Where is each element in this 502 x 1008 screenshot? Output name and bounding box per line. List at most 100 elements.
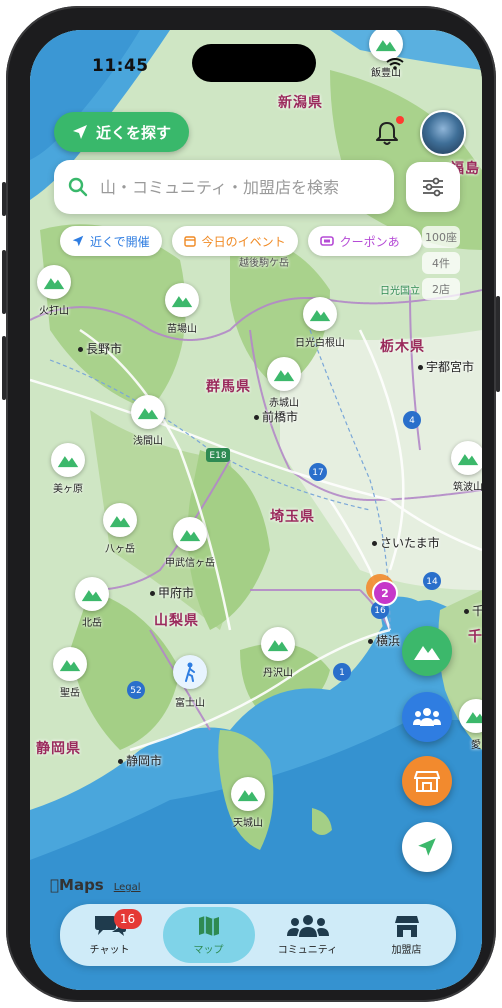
mountain-label: 甲武信ヶ岳 [165,558,215,569]
volume-up-button [2,250,6,314]
pref-label-saitama: 埼玉県 [270,509,315,525]
mountain-label: 八ヶ岳 [105,544,135,555]
sliders-icon [423,177,443,197]
chip-label: 今日のイベント [201,234,286,249]
chip-coupons[interactable]: クーポンあ [307,226,422,256]
filter-chips: 近くで開催 今日のイベント クーポンあ [60,226,422,256]
filter-button[interactable] [406,162,460,212]
road-label-1: 1 [339,668,345,678]
tab-community-label: コミュニティ [277,945,338,956]
volume-down-button [2,336,6,400]
count-events: 4件 [422,252,460,274]
store-icon [394,916,419,937]
road-label-14: 14 [426,577,438,587]
mountain-icon [179,530,201,542]
mountain-pin[interactable] [267,357,301,391]
mountain-label: 聖岳 [60,688,80,699]
hiker-icon [185,662,195,682]
mountain-label: 美ヶ原 [53,484,83,495]
mountain-pin[interactable] [51,443,85,477]
mountain-icon [457,454,479,466]
people-icon [286,915,329,937]
calendar-icon [183,236,196,247]
chip-nearby-events[interactable]: 近くで開催 [60,226,162,256]
mountain-label: 愛 [471,740,481,751]
shop-layer-button[interactable] [402,756,452,806]
poi-echigo-komagatake: 越後駒ケ岳 [239,258,289,269]
mountain-label: 日光白根山 [295,338,345,349]
mountain-icon [59,660,81,672]
city-label-nagano: 長野市 [78,340,122,357]
mountain-pin[interactable] [53,647,87,681]
road-label-52: 52 [130,686,141,696]
user-avatar[interactable] [420,110,466,156]
search-input[interactable] [98,176,372,198]
mountain-pin[interactable] [173,517,207,551]
mute-switch [2,182,6,216]
pref-label-yamanashi: 山梨県 [154,613,199,629]
people-icon [413,708,441,726]
phone-frame: E18 17 4 14 16 1 52 新潟県 群馬県 栃木県 埼玉県 山梨県 … [2,6,500,1002]
city-label-maebashi: 前橋市 [254,408,298,425]
city-label-chiba: 千 [464,602,482,619]
tab-map[interactable]: マップ [162,907,255,963]
tab-shops-label: 加盟店 [391,945,422,956]
chat-unread-badge: 16 [113,909,142,929]
status-icons [386,58,404,70]
chip-label: 近くで開催 [90,234,150,249]
cluster-count-badge[interactable]: 2 [372,580,398,606]
mountain-icon [309,310,331,322]
status-time: 11:45 [92,56,149,76]
screen: E18 17 4 14 16 1 52 新潟県 群馬県 栃木県 埼玉県 山梨県 … [30,30,482,990]
mountain-pin[interactable] [165,283,199,317]
tab-community[interactable]: コミュニティ [262,907,354,963]
coupon-icon [319,236,334,246]
hiker-pin-fuji[interactable] [173,655,207,689]
search-nearby-button[interactable]: 近くを探す [54,112,190,152]
mountain-pin[interactable] [131,395,165,429]
mountain-icon [81,590,103,602]
mountain-pin[interactable] [303,297,337,331]
mountain-label: 苗場山 [167,324,197,335]
mountain-pin[interactable] [75,577,109,611]
count-shops: 2店 [422,278,460,300]
mountain-label-fuji: 富士山 [175,698,205,709]
road-label-4: 4 [409,416,415,426]
legal-link[interactable]: Legal [114,882,141,893]
mountain-pin[interactable] [37,265,71,299]
city-label-shizuoka: 静岡市 [118,752,162,769]
mountain-icon [267,640,289,652]
mountain-icon [237,790,259,802]
pref-label-gunma: 群馬県 [206,379,251,395]
mountain-label: 筑波山 [453,482,482,493]
mountain-layer-button[interactable] [402,626,452,676]
mountain-pin[interactable] [261,627,295,661]
road-label-17: 17 [312,468,323,478]
mountain-pin[interactable] [451,441,482,475]
search-bar[interactable] [54,160,394,214]
poi-nikko-park: 日光国立 [380,286,420,297]
mountain-label: 天城山 [233,818,263,829]
chip-label: クーポンあ [339,234,400,249]
tab-bar: チャット 16 マップ コミュニティ 加盟店 [60,904,456,966]
result-counts: 100座 4件 2店 [422,226,460,300]
mountain-label: 火打山 [39,306,69,317]
community-layer-button[interactable] [402,692,452,742]
mountain-icon [414,646,440,660]
mountain-pin[interactable] [103,503,137,537]
mountain-pin[interactable] [231,777,265,811]
mountain-icon [171,296,193,308]
notification-dot [396,116,404,124]
mountain-label: 北岳 [82,618,102,629]
count-mountains: 100座 [422,226,460,248]
tab-shops[interactable]: 加盟店 [361,907,453,963]
mountain-icon [273,370,295,382]
chip-today-events[interactable]: 今日のイベント [171,226,298,256]
location-arrow-icon [418,838,436,856]
wifi-icon [386,58,404,70]
mountain-icon [57,456,79,468]
tab-chat[interactable]: チャット 16 [64,907,156,963]
city-label-kofu: 甲府市 [150,584,194,601]
store-icon [414,771,440,792]
current-location-button[interactable] [402,822,452,872]
